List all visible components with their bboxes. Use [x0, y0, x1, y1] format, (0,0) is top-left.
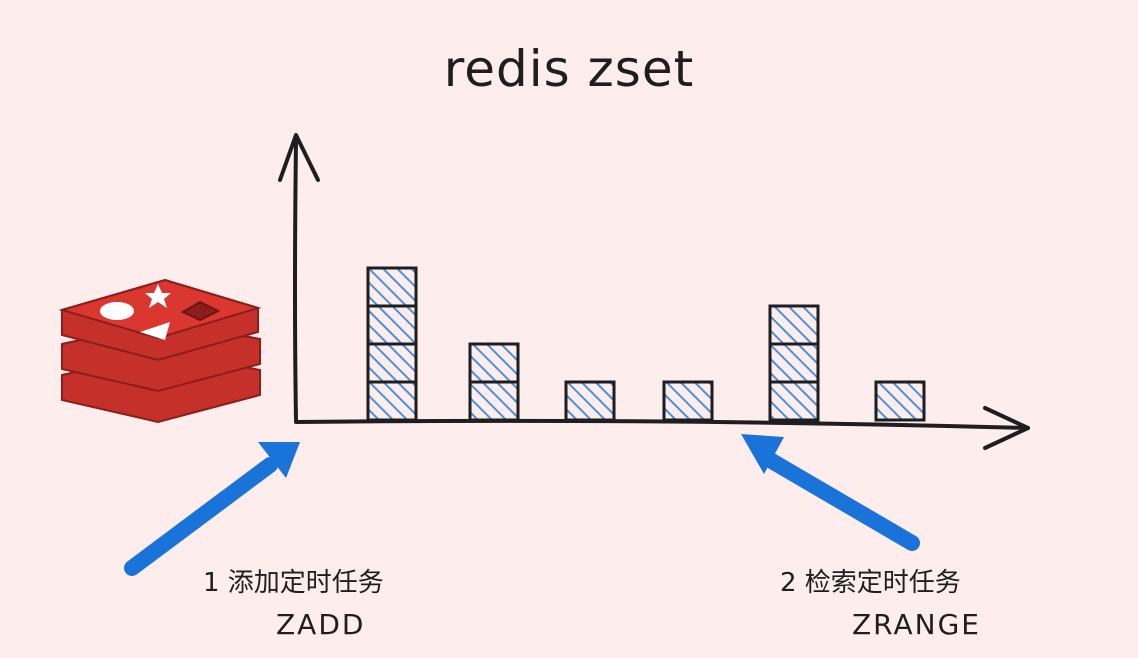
arrow-zrange	[741, 434, 920, 551]
step-1-label: 1 添加定时任务	[203, 568, 384, 598]
bar-block	[468, 342, 520, 384]
bar-block	[874, 380, 926, 422]
bar-block	[366, 266, 418, 308]
step-1-command: ZADD	[276, 608, 366, 641]
bar-stack-6	[874, 380, 926, 422]
circle-shape	[100, 302, 134, 320]
step-2-label: 2 检索定时任务	[780, 568, 961, 598]
bar-stack-3	[564, 380, 616, 422]
bar-block	[768, 342, 820, 384]
bar-stack-2	[468, 342, 520, 422]
bar-block	[366, 342, 418, 384]
arrow-zadd	[124, 442, 300, 576]
y-axis-arrowhead	[278, 133, 320, 182]
bar-block	[662, 380, 714, 422]
diagram-title: redis zset	[443, 40, 695, 98]
redis-logo	[58, 278, 262, 424]
bar-block	[768, 304, 820, 346]
bar-block	[366, 304, 418, 346]
x-axis-line	[294, 418, 1030, 430]
step-2-command: ZRANGE	[852, 608, 981, 641]
bar-block	[366, 380, 418, 422]
bar-block	[564, 380, 616, 422]
bars-layer	[366, 266, 926, 422]
bar-block	[468, 380, 520, 422]
diagram-canvas	[58, 133, 1030, 576]
bar-stack-1	[366, 266, 418, 422]
bar-block	[768, 380, 820, 422]
bar-stack-4	[662, 380, 714, 422]
bar-stack-5	[768, 304, 820, 422]
y-axis-line	[293, 138, 298, 422]
